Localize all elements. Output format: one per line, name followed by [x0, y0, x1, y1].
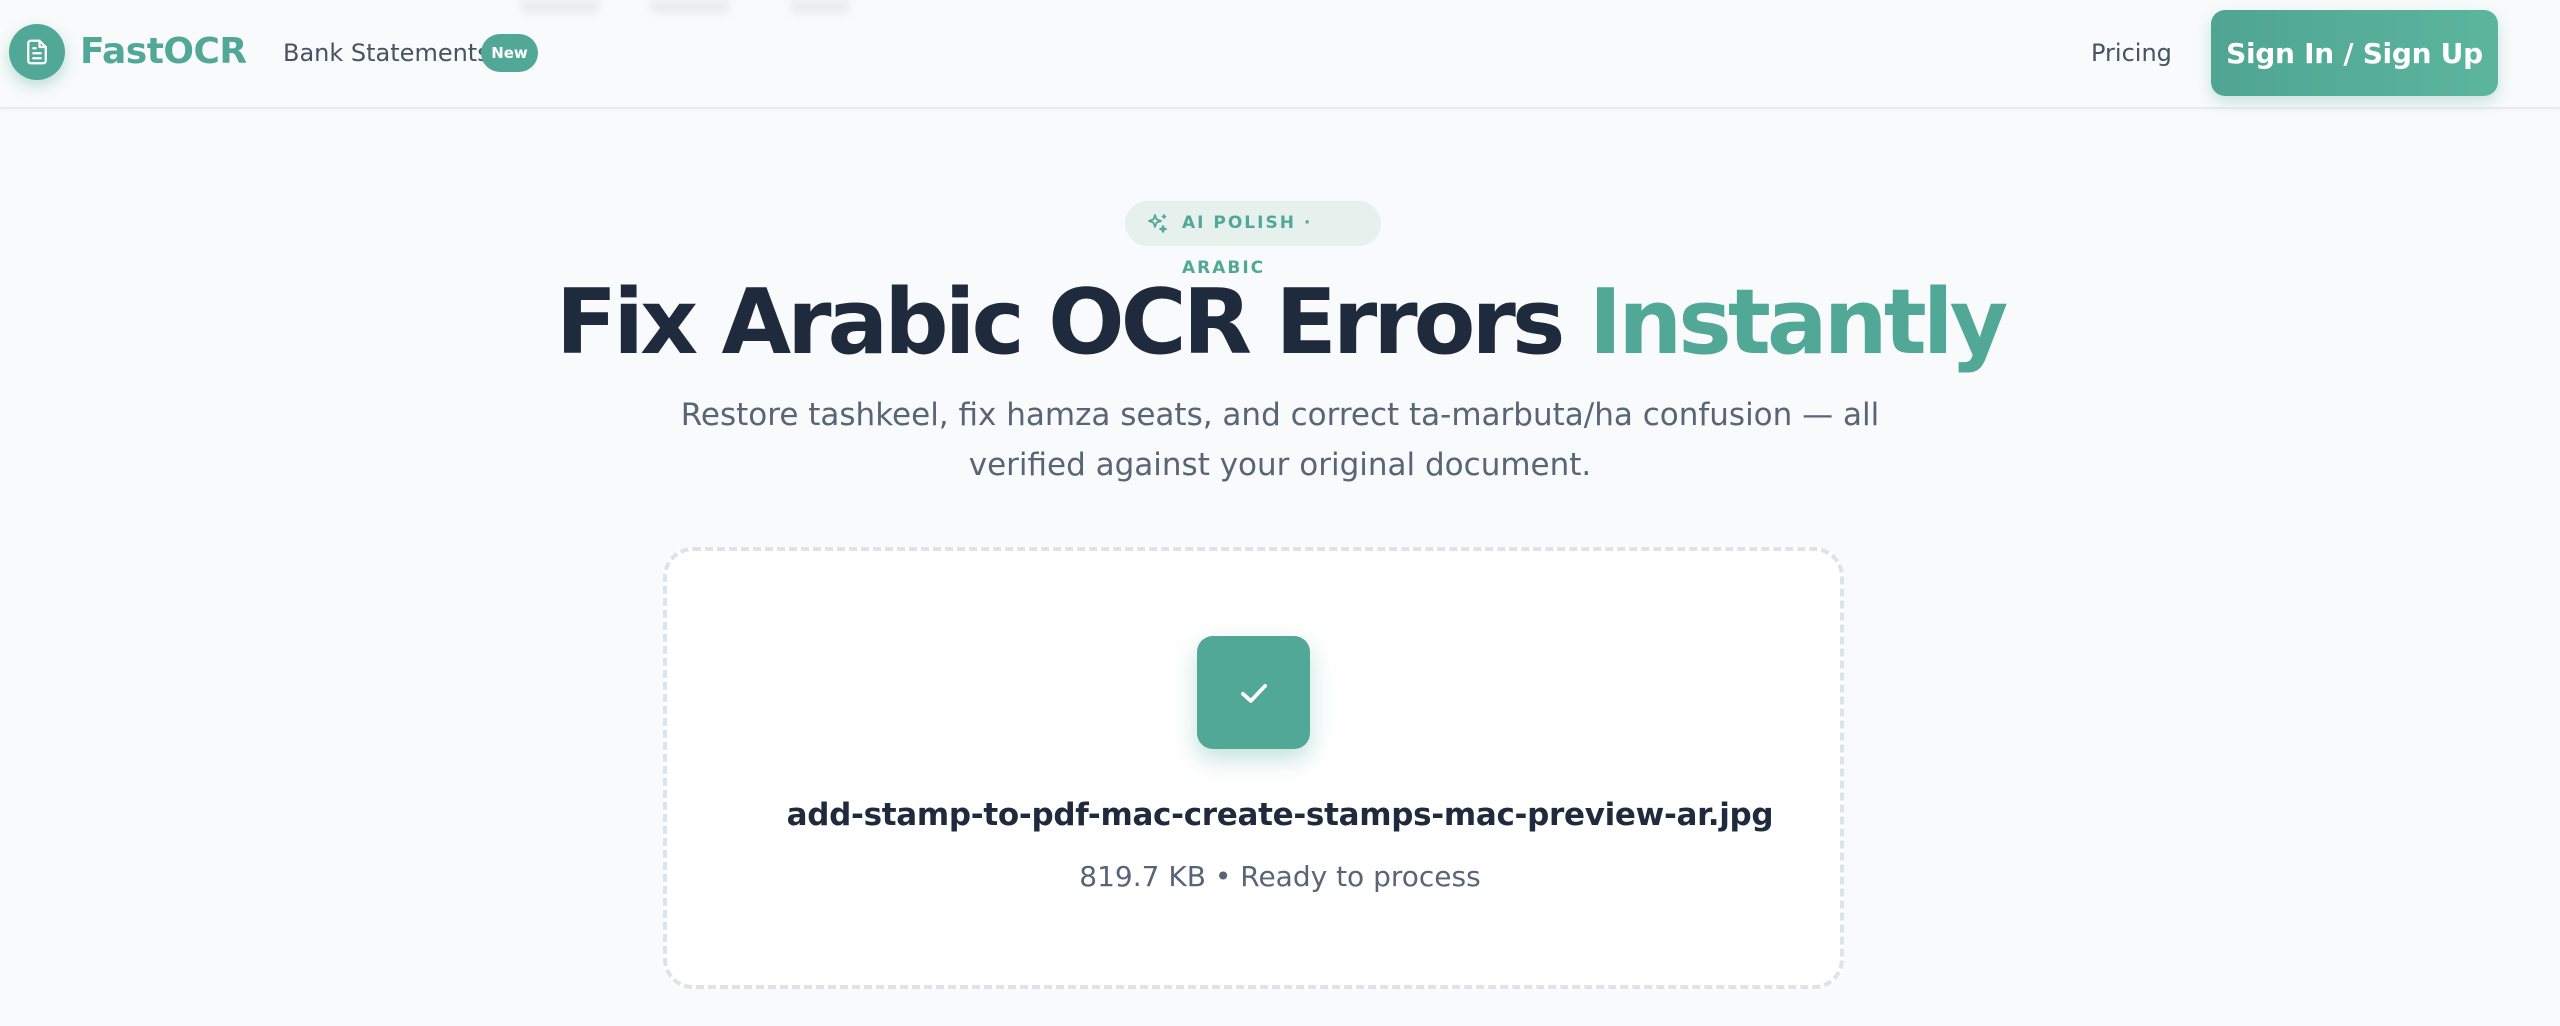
brand-name[interactable]: FastOCR — [80, 26, 247, 78]
feature-pill: AI POLISH · ARABIC — [1125, 201, 1381, 278]
ghost-nav-blur — [650, 0, 730, 14]
nav-link-pricing[interactable]: Pricing — [2091, 33, 2172, 73]
ghost-nav-blur — [790, 0, 850, 14]
check-icon — [1197, 636, 1310, 749]
uploaded-file-name: add-stamp-to-pdf-mac-create-stamps-mac-p… — [786, 797, 1774, 833]
uploaded-file-meta: 819.7 KB • Ready to process — [1079, 860, 1481, 893]
sign-in-sign-up-button[interactable]: Sign In / Sign Up — [2211, 10, 2498, 96]
file-dropzone[interactable] — [663, 547, 1844, 989]
page-subtitle: Restore tashkeel, fix hamza seats, and c… — [680, 397, 1880, 483]
title-accent: Instantly — [1588, 270, 2008, 375]
nav-link-bank-statements[interactable]: Bank Statements — [283, 33, 490, 73]
new-badge: New — [481, 34, 538, 72]
sparkles-icon — [1145, 212, 1169, 236]
title-main: Fix Arabic OCR Errors — [555, 270, 1589, 375]
top-navbar: FastOCR Bank Statements New Pricing Sign… — [0, 0, 2560, 109]
page-title: Fix Arabic OCR Errors Instantly — [0, 268, 2560, 378]
ghost-nav-blur — [520, 0, 600, 14]
logo-document-icon[interactable] — [9, 24, 65, 80]
